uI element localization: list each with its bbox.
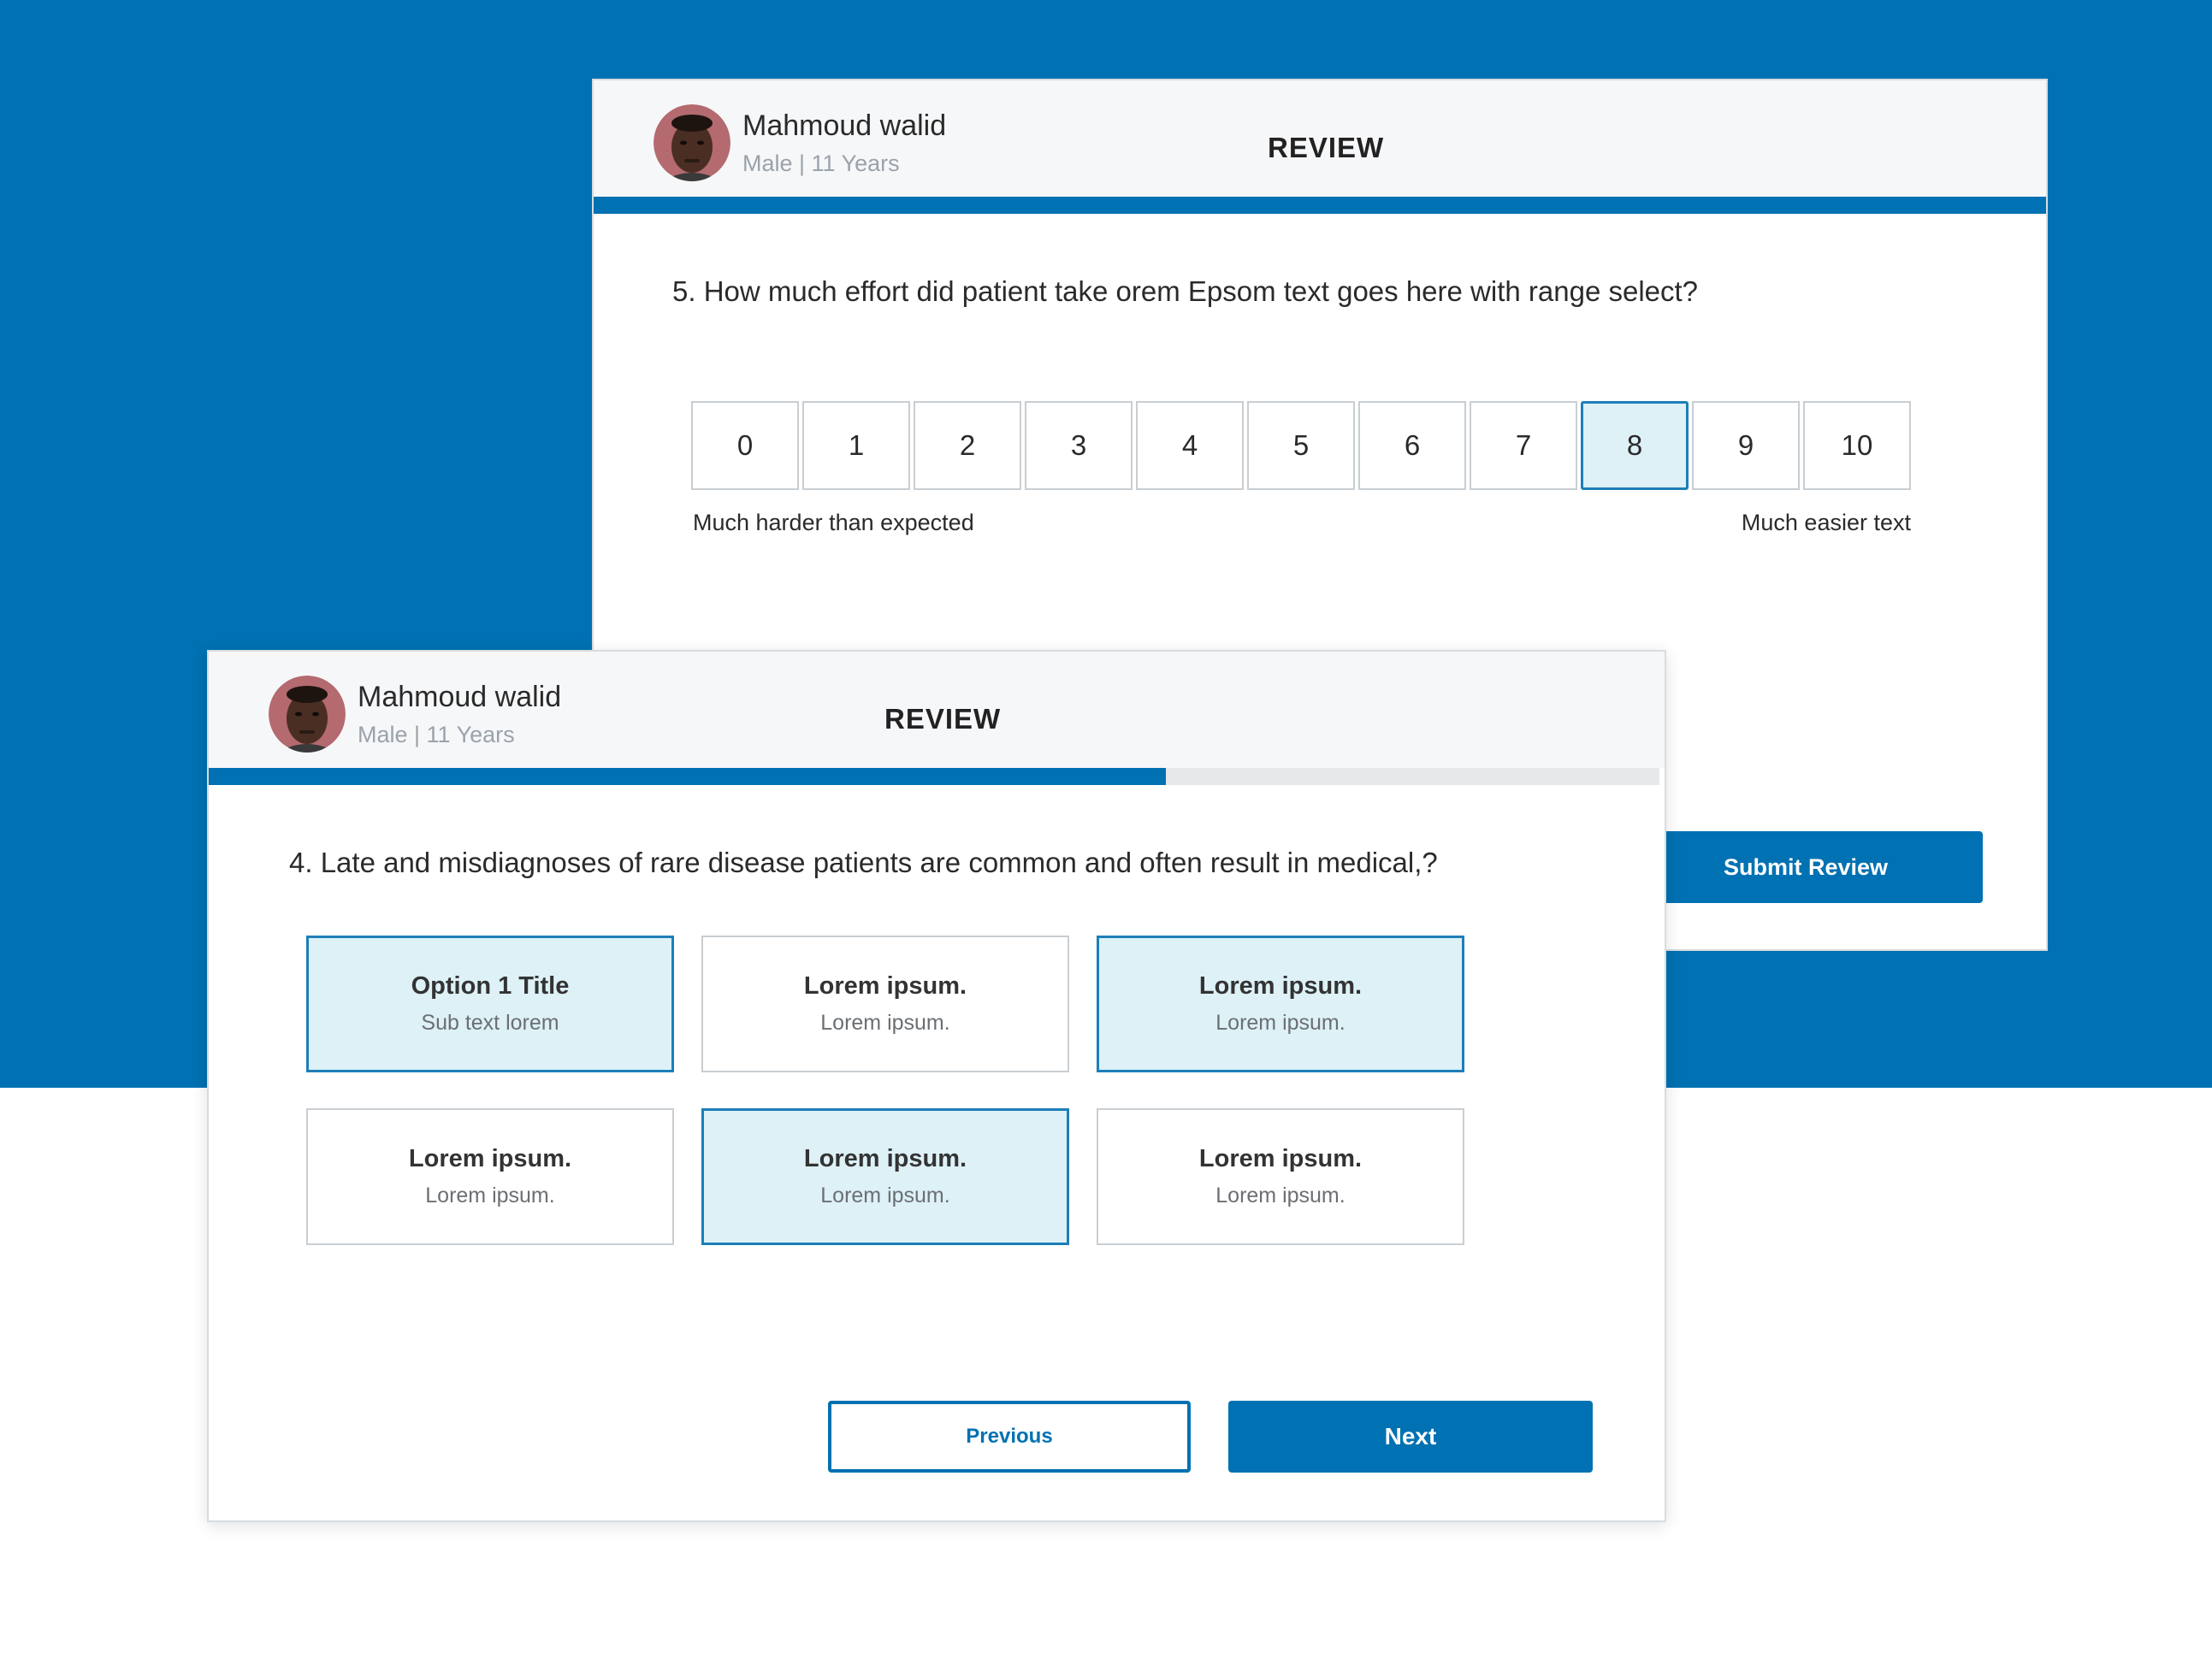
scale-option-4[interactable]: 4	[1136, 401, 1244, 490]
option-card-6[interactable]: Lorem ipsum. Lorem ipsum.	[1097, 1108, 1464, 1245]
option-subtext: Lorem ipsum.	[1215, 1184, 1346, 1207]
scale-option-0[interactable]: 0	[691, 401, 799, 490]
page-title: REVIEW	[884, 703, 1002, 735]
scale-option-1[interactable]: 1	[802, 401, 910, 490]
patient-info: Male | 11 Years	[742, 151, 900, 176]
scale-option-2[interactable]: 2	[914, 401, 1021, 490]
option-subtext: Sub text lorem	[421, 1011, 559, 1035]
avatar	[269, 676, 346, 753]
review-card-question-4: Mahmoud walid Male | 11 Years REVIEW 4. …	[207, 650, 1666, 1522]
option-card-5[interactable]: Lorem ipsum. Lorem ipsum.	[701, 1108, 1069, 1245]
option-card-4[interactable]: Lorem ipsum. Lorem ipsum.	[306, 1108, 674, 1245]
card-header: Mahmoud walid Male | 11 Years REVIEW	[209, 652, 1665, 768]
option-card-1[interactable]: Option 1 Title Sub text lorem	[306, 936, 674, 1072]
rating-scale: 0 1 2 3 4 5 6 7 8 9 10	[691, 401, 1914, 490]
question-text: 5. How much effort did patient take orem…	[672, 275, 1699, 307]
scale-option-7[interactable]: 7	[1470, 401, 1577, 490]
patient-name: Mahmoud walid	[742, 109, 947, 142]
patient-name: Mahmoud walid	[358, 681, 562, 713]
scale-option-10[interactable]: 10	[1803, 401, 1911, 490]
option-title: Lorem ipsum.	[408, 1145, 572, 1172]
card-header: Mahmoud walid Male | 11 Years REVIEW	[594, 80, 2046, 197]
scale-min-label: Much harder than expected	[693, 510, 974, 535]
option-subtext: Lorem ipsum.	[820, 1184, 950, 1207]
option-title: Lorem ipsum.	[803, 972, 967, 1000]
scale-option-6[interactable]: 6	[1358, 401, 1466, 490]
progress-bar	[594, 197, 2046, 214]
progress-fill	[209, 768, 1167, 785]
scale-max-label: Much easier text	[1741, 510, 1911, 535]
question-text: 4. Late and misdiagnoses of rare disease…	[289, 847, 1438, 878]
page-title: REVIEW	[1268, 132, 1385, 163]
patient-info: Male | 11 Years	[358, 722, 515, 747]
avatar	[654, 104, 730, 181]
option-title: Lorem ipsum.	[1198, 1145, 1363, 1172]
submit-review-button[interactable]: Submit Review	[1629, 831, 1983, 903]
next-button[interactable]: Next	[1228, 1401, 1593, 1473]
scale-option-5[interactable]: 5	[1247, 401, 1355, 490]
option-title: Option 1 Title	[411, 972, 570, 1000]
avatar-photo-icon	[269, 676, 346, 753]
avatar-photo-icon	[654, 104, 730, 181]
scale-option-3[interactable]: 3	[1025, 401, 1133, 490]
option-title: Lorem ipsum.	[1198, 972, 1363, 1000]
option-subtext: Lorem ipsum.	[820, 1011, 950, 1035]
option-subtext: Lorem ipsum.	[1215, 1011, 1346, 1035]
option-title: Lorem ipsum.	[803, 1145, 967, 1172]
previous-button[interactable]: Previous	[828, 1401, 1191, 1473]
option-card-2[interactable]: Lorem ipsum. Lorem ipsum.	[701, 936, 1069, 1072]
scale-option-8[interactable]: 8	[1581, 401, 1689, 490]
progress-bar	[209, 768, 1659, 785]
scale-option-9[interactable]: 9	[1692, 401, 1800, 490]
option-subtext: Lorem ipsum.	[425, 1184, 555, 1207]
progress-fill	[594, 197, 2046, 214]
option-card-3[interactable]: Lorem ipsum. Lorem ipsum.	[1097, 936, 1464, 1072]
